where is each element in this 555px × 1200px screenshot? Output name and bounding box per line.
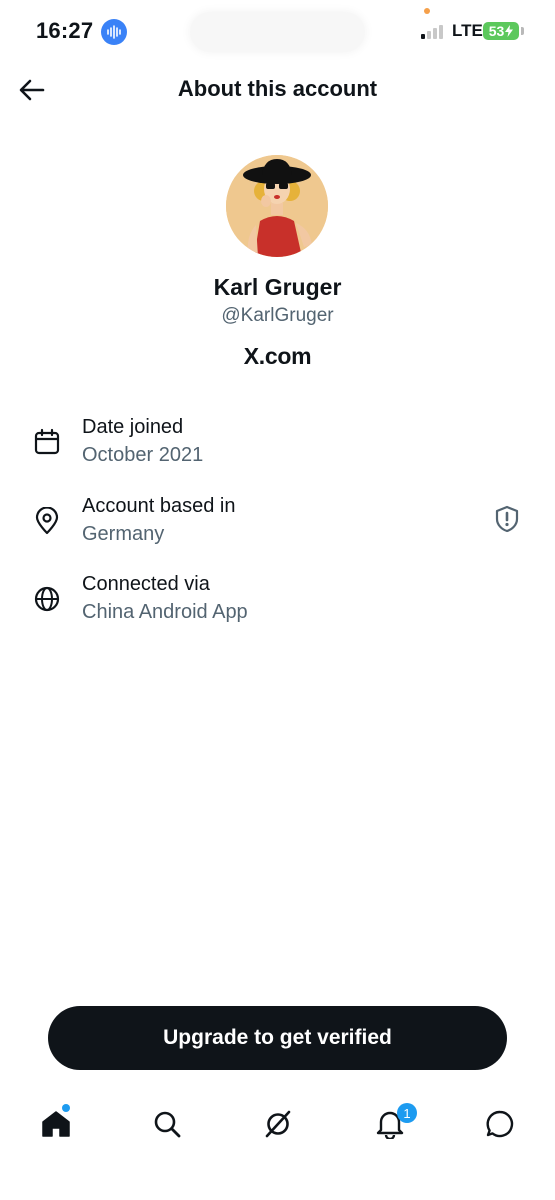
display-name: Karl Gruger (213, 274, 342, 300)
home-icon (42, 1111, 70, 1137)
signal-strength-icon (421, 25, 443, 39)
upgrade-verified-button[interactable]: Upgrade to get verified (48, 1006, 507, 1070)
status-bar: 16:27 LTE 53 (0, 0, 555, 64)
nav-home[interactable] (36, 1104, 76, 1144)
nav-search[interactable] (147, 1104, 187, 1144)
info-row-value: Germany (82, 523, 165, 545)
notification-badge: 1 (397, 1103, 417, 1123)
status-time: 16:27 (36, 18, 94, 43)
charging-bolt-icon (505, 25, 514, 37)
battery-cap (521, 27, 524, 35)
search-icon (154, 1111, 181, 1138)
location-pin-icon (35, 507, 59, 535)
info-row-title: Account based in (82, 495, 236, 517)
nav-grok[interactable] (258, 1104, 298, 1144)
bottom-nav: 1 (0, 1092, 555, 1156)
avatar-illustration (226, 155, 328, 257)
audio-recording-icon (101, 19, 127, 45)
info-row-date-joined: Date joined October 2021 (0, 416, 555, 476)
user-handle: @KarlGruger (221, 305, 334, 326)
info-row-value: October 2021 (82, 444, 204, 466)
privacy-indicator (424, 8, 430, 14)
messages-icon (486, 1110, 514, 1138)
calendar-icon (34, 428, 60, 455)
shield-alert-icon[interactable] (494, 505, 520, 533)
unread-dot (62, 1104, 70, 1112)
battery-level: 53 (488, 23, 505, 39)
battery-indicator: 53 (483, 22, 519, 40)
info-row-value: China Android App (82, 601, 248, 623)
nav-messages[interactable] (480, 1104, 520, 1144)
info-row-connected-via: Connected via China Android App (0, 573, 555, 633)
globe-icon (34, 586, 60, 612)
dynamic-island (190, 12, 365, 52)
info-row-title: Date joined (82, 416, 184, 438)
network-type: LTE (452, 21, 483, 40)
page-title: About this account (177, 76, 378, 101)
avatar[interactable] (226, 155, 328, 257)
grok-icon (265, 1110, 291, 1138)
info-row-account-based-in: Account based in Germany (0, 495, 555, 555)
platform-domain: X.com (243, 343, 312, 369)
info-row-title: Connected via (82, 573, 210, 595)
